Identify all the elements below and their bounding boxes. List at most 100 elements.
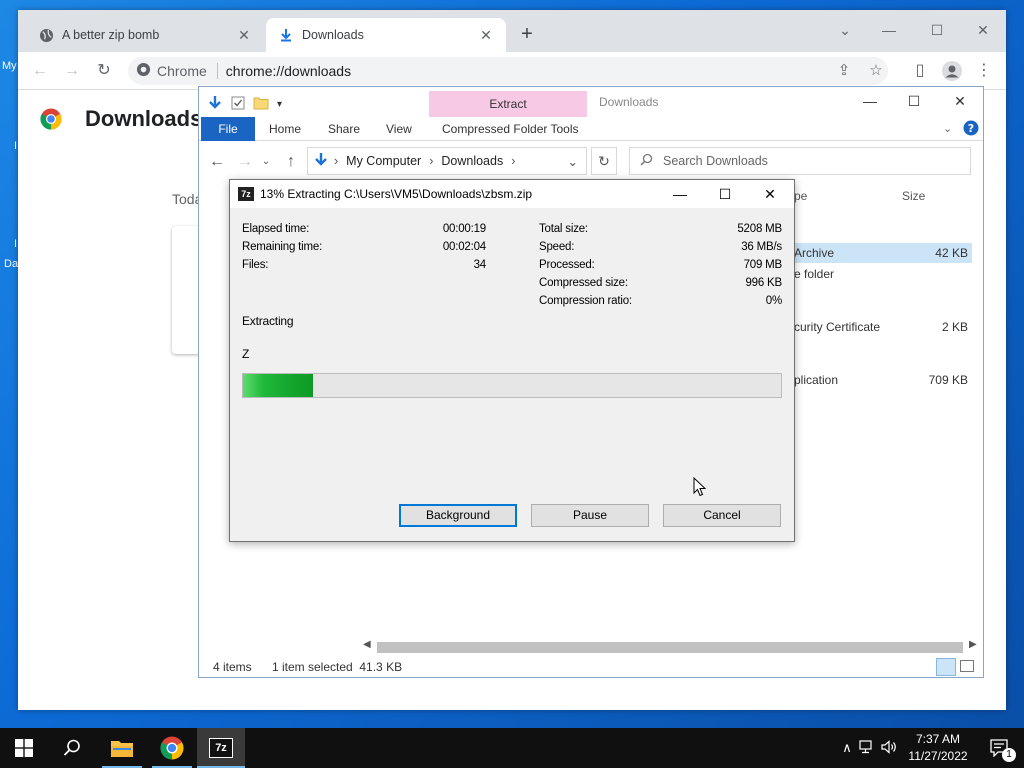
search-icon xyxy=(640,153,653,169)
progress-fill xyxy=(243,374,313,397)
profile-avatar-icon[interactable] xyxy=(940,59,964,83)
file-row[interactable]: e folder xyxy=(794,264,972,284)
close-button[interactable]: ✕ xyxy=(945,87,975,115)
sevenzip-taskbar-button[interactable]: 7z xyxy=(197,728,245,768)
explorer-titlebar: ▾ Extract Downloads — ☐ ✕ xyxy=(199,87,983,117)
recent-locations-icon[interactable]: ⌄ xyxy=(259,150,273,174)
action-center-button[interactable]: 1 xyxy=(976,728,1024,768)
file-type: plication xyxy=(794,373,839,387)
pause-button[interactable]: Pause xyxy=(531,504,649,527)
current-file-name: Z xyxy=(242,347,250,361)
omnibox-site-label: Chrome xyxy=(157,63,207,79)
download-arrow-icon[interactable] xyxy=(207,95,223,114)
maximize-button[interactable]: ☐ xyxy=(703,182,747,206)
forward-button[interactable]: → xyxy=(60,59,84,83)
window-title: Downloads xyxy=(599,95,659,109)
new-folder-icon[interactable] xyxy=(253,96,269,113)
breadcrumb-chevron-icon[interactable]: › xyxy=(429,154,433,168)
file-row[interactable]: Archive 42 KB xyxy=(794,243,972,263)
large-icons-view-icon[interactable] xyxy=(960,660,974,672)
refresh-button[interactable]: ↻ xyxy=(591,147,617,175)
breadcrumb-chevron-icon[interactable]: › xyxy=(334,154,338,168)
column-header-type[interactable]: pe xyxy=(794,189,807,203)
up-button[interactable]: ↑ xyxy=(279,150,303,174)
close-button[interactable]: ✕ xyxy=(968,16,998,44)
breadcrumb[interactable]: › My Computer › Downloads › ⌄ xyxy=(307,147,587,175)
start-button[interactable] xyxy=(0,728,48,768)
file-explorer-taskbar-button[interactable] xyxy=(98,728,146,768)
cancel-button[interactable]: Cancel xyxy=(663,504,781,527)
breadcrumb-item[interactable]: Downloads xyxy=(441,154,503,168)
bookmark-star-icon[interactable]: ☆ xyxy=(864,57,888,85)
ribbon-expand-icon[interactable]: ⌄ xyxy=(943,117,952,141)
desktop-icon-label[interactable]: I xyxy=(14,140,17,152)
scrollbar-thumb[interactable] xyxy=(377,642,963,653)
chevron-up-icon[interactable]: ∧ xyxy=(838,740,856,756)
network-icon[interactable] xyxy=(856,739,878,757)
ribbon-tab-view[interactable]: View xyxy=(386,117,412,141)
desktop-icon-label[interactable]: My xyxy=(2,60,17,72)
ribbon-tab-home[interactable]: Home xyxy=(269,117,301,141)
maximize-button[interactable]: ☐ xyxy=(899,87,929,115)
file-size: 709 KB xyxy=(928,373,968,387)
search-taskbar-button[interactable] xyxy=(48,728,96,768)
ribbon-tab-file[interactable]: File xyxy=(201,117,255,141)
scroll-left-icon[interactable]: ◀ xyxy=(363,639,371,650)
close-icon[interactable]: ✕ xyxy=(478,27,494,43)
file-row[interactable]: plication 709 KB xyxy=(794,370,972,390)
properties-checkbox-icon[interactable] xyxy=(231,96,245,113)
extract-context-tab[interactable]: Extract xyxy=(429,91,587,117)
clock[interactable]: 7:37 AM 11/27/2022 xyxy=(900,731,976,765)
tab-downloads[interactable]: Downloads ✕ xyxy=(266,18,506,52)
minimize-button[interactable]: — xyxy=(874,16,904,44)
menu-kebab-icon[interactable]: ⋮ xyxy=(972,59,996,83)
close-button[interactable]: ✕ xyxy=(748,182,792,206)
desktop-icon-label[interactable]: Da xyxy=(4,258,18,270)
qat-dropdown-icon[interactable]: ▾ xyxy=(277,99,282,110)
forward-button[interactable]: → xyxy=(233,150,257,174)
close-icon[interactable]: ✕ xyxy=(236,27,252,43)
processed-value: 709 MB xyxy=(743,259,783,271)
new-tab-button[interactable]: + xyxy=(516,24,538,46)
file-size: 2 KB xyxy=(941,320,968,334)
tab-search-icon[interactable]: ⌄ xyxy=(830,16,860,44)
file-type: curity Certificate xyxy=(794,320,881,334)
omnibox-url[interactable]: chrome://downloads xyxy=(226,63,351,79)
volume-icon[interactable] xyxy=(878,739,900,757)
back-button[interactable]: ← xyxy=(28,59,52,83)
mouse-cursor-icon xyxy=(693,476,707,500)
breadcrumb-chevron-icon[interactable]: › xyxy=(511,154,515,168)
reload-button[interactable]: ↻ xyxy=(92,59,116,83)
side-panel-icon[interactable]: ▯ xyxy=(908,59,932,83)
tab-strip: A better zip bomb ✕ Downloads ✕ + ⌄ — ☐ … xyxy=(18,10,1006,52)
address-bar[interactable]: Chrome chrome://downloads ⇪ ☆ xyxy=(128,57,888,85)
ribbon-tab-compressed-folder-tools[interactable]: Compressed Folder Tools xyxy=(442,117,579,141)
background-button[interactable]: Background xyxy=(399,504,517,527)
chrome-toolbar: ← → ↻ Chrome chrome://downloads ⇪ ☆ ▯ ⋮ xyxy=(18,52,1006,90)
maximize-button[interactable]: ☐ xyxy=(922,16,952,44)
tab-zip-bomb[interactable]: A better zip bomb ✕ xyxy=(26,18,264,52)
column-header-size[interactable]: Size xyxy=(902,189,925,203)
minimize-button[interactable]: — xyxy=(855,87,885,115)
chrome-taskbar-button[interactable] xyxy=(148,728,196,768)
horizontal-scrollbar[interactable]: ◀ ▶ xyxy=(361,639,981,655)
desktop-icon-label[interactable]: I xyxy=(14,238,17,250)
ribbon-tab-share[interactable]: Share xyxy=(328,117,360,141)
search-box[interactable]: Search Downloads xyxy=(629,147,971,175)
help-icon[interactable]: ? xyxy=(963,120,979,138)
globe-icon xyxy=(38,27,54,43)
chrome-logo-icon xyxy=(40,108,62,130)
share-icon[interactable]: ⇪ xyxy=(832,57,856,85)
breadcrumb-item[interactable]: My Computer xyxy=(346,154,421,168)
details-view-icon[interactable] xyxy=(936,658,956,676)
scroll-right-icon[interactable]: ▶ xyxy=(969,639,977,650)
taskbar: 7z ∧ 7:37 AM 11/27/2022 1 xyxy=(0,728,1024,768)
back-button[interactable]: ← xyxy=(205,150,229,174)
chevron-down-icon[interactable]: ⌄ xyxy=(568,154,578,169)
speed-label: Speed: xyxy=(539,241,575,253)
file-row[interactable]: curity Certificate 2 KB xyxy=(794,317,972,337)
speed-value: 36 MB/s xyxy=(741,241,782,253)
minimize-button[interactable]: — xyxy=(658,182,702,206)
operation-status: Extracting xyxy=(242,314,294,328)
download-icon xyxy=(278,27,294,43)
